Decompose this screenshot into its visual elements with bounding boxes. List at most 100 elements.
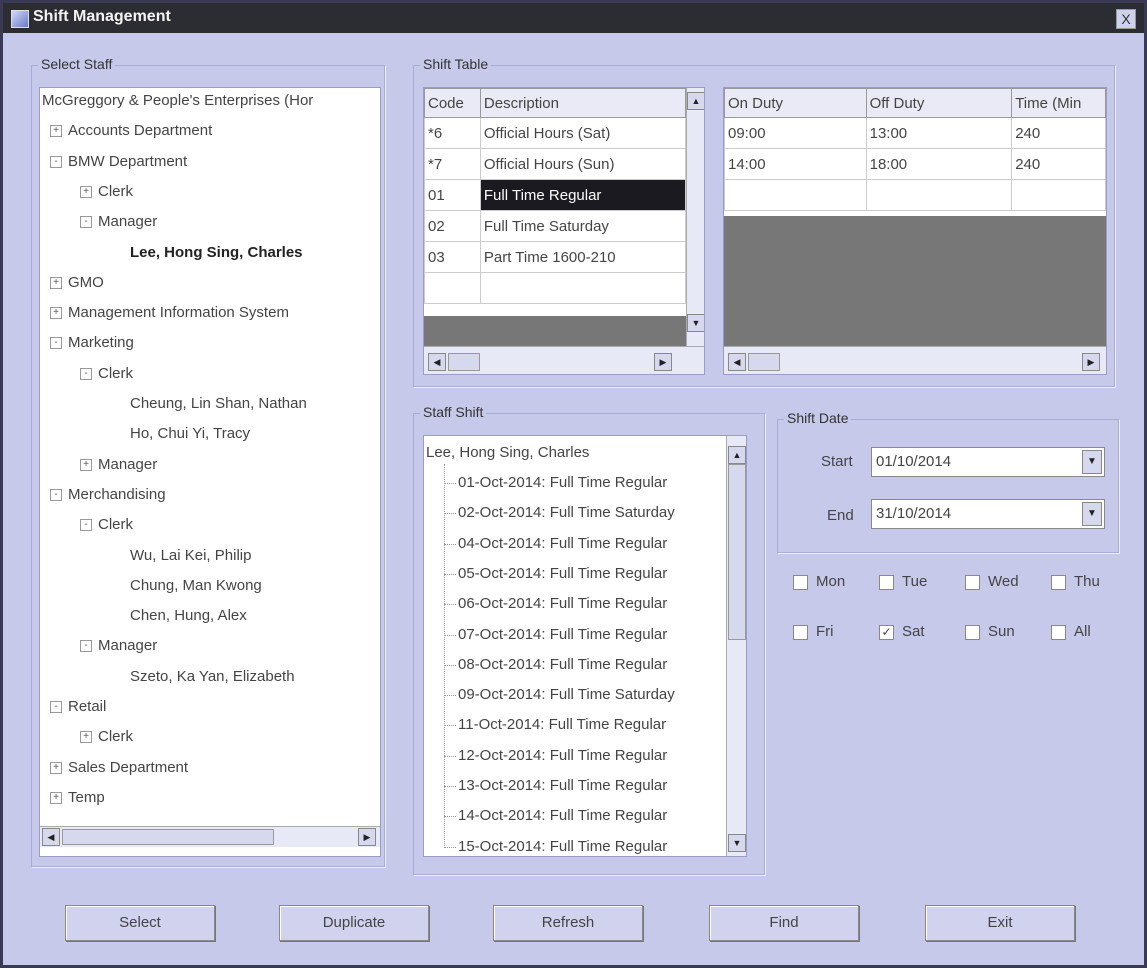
code-cell[interactable]: 03: [424, 241, 481, 273]
checkbox-icon[interactable]: [965, 624, 980, 640]
table-row[interactable]: 09:00 13:00 240: [724, 117, 1106, 149]
tree-item[interactable]: - Merchandising: [50, 486, 166, 503]
day-checkbox-wed[interactable]: Wed: [965, 573, 1019, 590]
duplicate-button[interactable]: Duplicate: [279, 905, 429, 941]
day-checkbox-mon[interactable]: Mon: [793, 573, 845, 590]
collapse-icon[interactable]: -: [50, 155, 62, 168]
tree-item[interactable]: - Retail: [50, 698, 106, 715]
tree-item[interactable]: + Management Information System: [50, 304, 289, 321]
tree-item[interactable]: Szeto, Ka Yan, Elizabeth: [130, 668, 295, 685]
tree-item[interactable]: Wu, Lai Kei, Philip: [130, 547, 251, 564]
description-cell[interactable]: Part Time 1600-210: [479, 241, 687, 273]
scroll-up-icon[interactable]: ▲: [687, 92, 704, 110]
shift-code-grid[interactable]: Code Description *6 Official Hours (Sat) *…: [423, 87, 705, 375]
time-grid-hscroll[interactable]: ◀ ▶: [724, 346, 1106, 374]
tree-item[interactable]: + Accounts Department: [50, 122, 212, 139]
shift-list-item[interactable]: 05-Oct-2014: Full Time Regular: [458, 565, 667, 582]
staff-shift-vscroll[interactable]: ▲ ▼: [726, 436, 746, 856]
expand-icon[interactable]: +: [80, 458, 92, 471]
tree-item[interactable]: McGreggory & People's Enterprises (Hor: [42, 92, 313, 109]
scroll-thumb[interactable]: [448, 353, 480, 371]
day-checkbox-all[interactable]: All: [1051, 623, 1091, 640]
description-cell[interactable]: Full Time Regular: [479, 179, 687, 211]
expand-icon[interactable]: +: [80, 731, 92, 744]
description-cell[interactable]: [479, 272, 687, 304]
tree-item[interactable]: + Sales Department: [50, 759, 188, 776]
chevron-down-icon[interactable]: ▼: [1082, 450, 1102, 474]
scroll-thumb[interactable]: [728, 464, 746, 640]
expand-icon[interactable]: +: [50, 761, 62, 774]
shift-list-item[interactable]: 02-Oct-2014: Full Time Saturday: [458, 504, 675, 521]
table-row[interactable]: *7 Official Hours (Sun): [424, 148, 687, 180]
tree-item[interactable]: Ho, Chui Yi, Tracy: [130, 425, 250, 442]
collapse-icon[interactable]: -: [80, 216, 92, 229]
shift-list-item[interactable]: 08-Oct-2014: Full Time Regular: [458, 656, 667, 673]
shift-list-item[interactable]: 11-Oct-2014: Full Time Regular: [458, 716, 666, 733]
on-duty-cell[interactable]: [724, 179, 867, 211]
table-row[interactable]: [424, 272, 687, 304]
shift-list-item[interactable]: 07-Oct-2014: Full Time Regular: [458, 626, 667, 643]
expand-icon[interactable]: +: [80, 185, 92, 198]
on-duty-cell[interactable]: 09:00: [724, 117, 867, 149]
table-row[interactable]: *6 Official Hours (Sat): [424, 117, 687, 149]
shift-list-item[interactable]: 06-Oct-2014: Full Time Regular: [458, 595, 667, 612]
scroll-right-icon[interactable]: ▶: [1082, 353, 1100, 371]
expand-icon[interactable]: +: [50, 125, 62, 138]
tree-item[interactable]: + Clerk: [80, 183, 133, 200]
tree-item[interactable]: Lee, Hong Sing, Charles: [130, 244, 303, 261]
exit-button[interactable]: Exit: [925, 905, 1075, 941]
shift-list-item[interactable]: 01-Oct-2014: Full Time Regular: [458, 474, 667, 491]
code-cell[interactable]: 01: [424, 179, 481, 211]
expand-icon[interactable]: +: [50, 307, 62, 320]
code-cell[interactable]: *6: [424, 117, 481, 149]
tree-item[interactable]: - Manager: [80, 213, 157, 230]
tree-item[interactable]: - Marketing: [50, 334, 134, 351]
checkbox-icon[interactable]: [793, 574, 808, 590]
collapse-icon[interactable]: -: [50, 701, 62, 714]
day-checkbox-sat[interactable]: ✓ Sat: [879, 623, 925, 640]
code-cell[interactable]: *7: [424, 148, 481, 180]
shift-grid-hscroll[interactable]: ◀ ▶: [424, 346, 704, 374]
scroll-right-icon[interactable]: ▶: [654, 353, 672, 371]
tree-item[interactable]: - Clerk: [80, 365, 133, 382]
time-min-cell[interactable]: 240: [1011, 148, 1106, 180]
code-cell[interactable]: [424, 272, 481, 304]
scroll-down-icon[interactable]: ▼: [728, 834, 746, 852]
shift-grid-vscroll[interactable]: ▲ ▼: [686, 88, 704, 348]
collapse-icon[interactable]: -: [50, 337, 62, 350]
select-button[interactable]: Select: [65, 905, 215, 941]
time-min-cell[interactable]: 240: [1011, 117, 1106, 149]
tree-item[interactable]: Chung, Man Kwong: [130, 577, 262, 594]
collapse-icon[interactable]: -: [50, 488, 62, 501]
close-button[interactable]: X: [1116, 9, 1136, 29]
shift-list-item[interactable]: 13-Oct-2014: Full Time Regular: [458, 777, 667, 794]
staff-tree[interactable]: McGreggory & People's Enterprises (Hor + A…: [39, 87, 381, 857]
shift-list-item[interactable]: 14-Oct-2014: Full Time Regular: [458, 807, 667, 824]
description-cell[interactable]: Official Hours (Sun): [479, 148, 687, 180]
end-date-field[interactable]: 31/10/2014 ▼: [871, 499, 1105, 529]
collapse-icon[interactable]: -: [80, 640, 92, 653]
checkbox-icon[interactable]: [1051, 574, 1066, 590]
description-cell[interactable]: Official Hours (Sat): [479, 117, 687, 149]
code-header[interactable]: Code: [424, 88, 481, 118]
tree-item[interactable]: - BMW Department: [50, 153, 187, 170]
tree-item[interactable]: + Temp: [50, 789, 105, 806]
day-checkbox-tue[interactable]: Tue: [879, 573, 927, 590]
tree-item[interactable]: + GMO: [50, 274, 104, 291]
description-header[interactable]: Description: [479, 88, 687, 118]
on-duty-header[interactable]: On Duty: [724, 88, 867, 118]
time-min-header[interactable]: Time (Min: [1011, 88, 1106, 118]
shift-time-grid[interactable]: On Duty Off Duty Time (Min 09:00 13:00 240…: [723, 87, 1107, 375]
checkbox-icon[interactable]: [965, 574, 980, 590]
staff-tree-hscroll[interactable]: ◀ ▶: [40, 826, 380, 847]
table-row[interactable]: 14:00 18:00 240: [724, 148, 1106, 180]
shift-list-item[interactable]: 12-Oct-2014: Full Time Regular: [458, 747, 667, 764]
tree-item[interactable]: - Manager: [80, 637, 157, 654]
scroll-up-icon[interactable]: ▲: [728, 446, 746, 464]
off-duty-cell[interactable]: [865, 179, 1013, 211]
title-bar[interactable]: Shift Management X: [3, 3, 1144, 33]
shift-list-item[interactable]: 09-Oct-2014: Full Time Saturday: [458, 686, 675, 703]
code-cell[interactable]: 02: [424, 210, 481, 242]
scroll-thumb[interactable]: [62, 829, 274, 845]
off-duty-cell[interactable]: 18:00: [865, 148, 1013, 180]
